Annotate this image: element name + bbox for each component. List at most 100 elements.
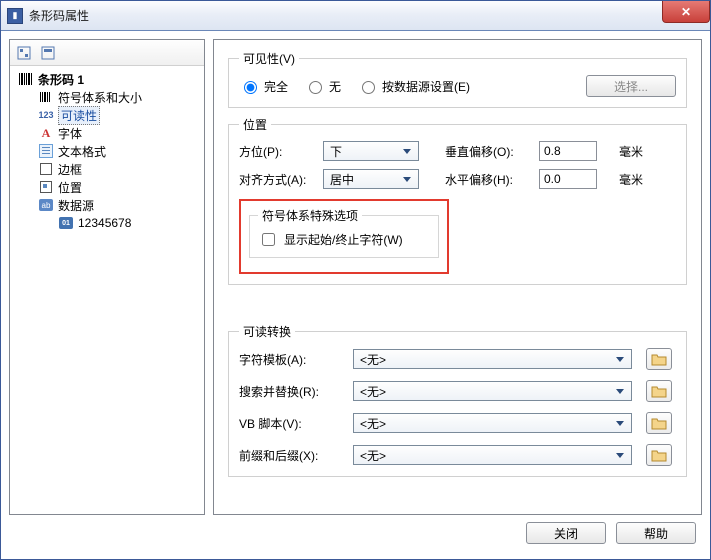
transform-group: 可读转换 字符模板(A): <无> 搜索并替换(R): — [228, 323, 687, 477]
tree-item-position[interactable]: 位置 — [12, 178, 202, 196]
radio-none[interactable]: 无 — [304, 78, 341, 95]
toolbar-btn-2[interactable] — [38, 43, 58, 63]
affix-label: 前缀和后缀(X): — [239, 447, 339, 464]
folder-icon — [651, 384, 667, 398]
vb-label: VB 脚本(V): — [239, 415, 339, 432]
titlebar: ▮ 条形码属性 ✕ — [1, 1, 710, 31]
radio-none-input[interactable] — [309, 81, 322, 94]
vb-select[interactable]: <无> — [353, 413, 632, 433]
folder-icon — [651, 448, 667, 462]
hoffset-input[interactable] — [539, 169, 597, 189]
search-browse-button[interactable] — [646, 380, 672, 402]
font-icon: A — [38, 125, 54, 141]
textformat-icon — [38, 143, 54, 159]
app-icon: ▮ — [7, 8, 23, 24]
folder-icon — [651, 416, 667, 430]
toolbar-btn-1[interactable] — [14, 43, 34, 63]
tree-item-label: 边框 — [58, 161, 82, 178]
chevron-down-icon — [613, 446, 627, 464]
close-window-button[interactable]: ✕ — [662, 1, 710, 23]
template-select[interactable]: <无> — [353, 349, 632, 369]
select-button[interactable]: 选择... — [586, 75, 676, 97]
dialog-buttons: 关闭 帮助 — [9, 515, 702, 551]
template-browse-button[interactable] — [646, 348, 672, 370]
tree-item-label: 字体 — [58, 125, 82, 142]
barcode-icon — [18, 71, 34, 87]
search-select[interactable]: <无> — [353, 381, 632, 401]
voffset-unit: 毫米 — [619, 143, 659, 160]
affix-browse-button[interactable] — [646, 444, 672, 466]
tree-item-border[interactable]: 边框 — [12, 160, 202, 178]
radio-datasource-label: 按数据源设置(E) — [382, 78, 470, 95]
chevron-down-icon — [613, 350, 627, 368]
folder-icon — [651, 352, 667, 366]
datasource-icon: ab — [38, 197, 54, 213]
align-select[interactable]: 居中 — [323, 169, 419, 189]
tree-item-label: 文本格式 — [58, 143, 106, 160]
visibility-group: 可见性(V) 完全 无 按数据源设置(E) 选择... — [228, 50, 687, 108]
tree-item-label: 可读性 — [58, 106, 100, 125]
template-value: <无> — [360, 351, 386, 368]
voffset-label: 垂直偏移(O): — [445, 143, 527, 160]
dialog-window: ▮ 条形码属性 ✕ — [0, 0, 711, 560]
tree-item-datasource[interactable]: ab 数据源 — [12, 196, 202, 214]
hoffset-unit: 毫米 — [619, 171, 659, 188]
show-startstop-checkbox[interactable]: 显示起始/终止字符(W) — [258, 230, 403, 249]
symbol-special-highlight: 符号体系特殊选项 显示起始/终止字符(W) — [239, 199, 449, 274]
search-label: 搜索并替换(R): — [239, 383, 339, 400]
hoffset-label: 水平偏移(H): — [445, 171, 527, 188]
voffset-input[interactable] — [539, 141, 597, 161]
align-value: 居中 — [330, 171, 354, 188]
nav-tree: 条形码 1 符号体系和大小 123 可读性 A 字体 — [10, 66, 204, 514]
tree-item-textformat[interactable]: 文本格式 — [12, 142, 202, 160]
align-label: 对齐方式(A): — [239, 171, 311, 188]
vb-browse-button[interactable] — [646, 412, 672, 434]
properties-pane: 可见性(V) 完全 无 按数据源设置(E) 选择... 位置 方位(P): — [213, 39, 702, 515]
close-button[interactable]: 关闭 — [526, 522, 606, 544]
layout-icon — [17, 46, 31, 60]
radio-full-input[interactable] — [244, 81, 257, 94]
show-startstop-input[interactable] — [262, 233, 275, 246]
tree-item-readability[interactable]: 123 可读性 — [12, 106, 202, 124]
visibility-legend: 可见性(V) — [239, 50, 299, 67]
show-startstop-label: 显示起始/终止字符(W) — [284, 231, 403, 248]
transform-legend: 可读转换 — [239, 323, 295, 340]
tree-item-data-value[interactable]: 01 12345678 — [12, 214, 202, 232]
tree-item-label: 符号体系和大小 — [58, 89, 142, 106]
template-label: 字符模板(A): — [239, 351, 339, 368]
layout2-icon — [41, 46, 55, 60]
orientation-value: 下 — [330, 143, 342, 160]
orientation-select[interactable]: 下 — [323, 141, 419, 161]
tree-root[interactable]: 条形码 1 — [12, 70, 202, 88]
radio-none-label: 无 — [329, 78, 341, 95]
tree-toolbar — [10, 40, 204, 66]
search-value: <无> — [360, 383, 386, 400]
tree-item-font[interactable]: A 字体 — [12, 124, 202, 142]
data-value-icon: 01 — [58, 215, 74, 231]
radio-datasource-input[interactable] — [362, 81, 375, 94]
affix-value: <无> — [360, 447, 386, 464]
radio-full-label: 完全 — [264, 78, 288, 95]
radio-full[interactable]: 完全 — [239, 78, 288, 95]
position-legend: 位置 — [239, 116, 271, 133]
affix-select[interactable]: <无> — [353, 445, 632, 465]
visibility-radios: 完全 无 按数据源设置(E) — [239, 78, 470, 95]
client-area: 条形码 1 符号体系和大小 123 可读性 A 字体 — [1, 31, 710, 559]
main-split: 条形码 1 符号体系和大小 123 可读性 A 字体 — [9, 39, 702, 515]
orientation-label: 方位(P): — [239, 143, 311, 160]
radio-datasource[interactable]: 按数据源设置(E) — [357, 78, 470, 95]
tree-item-label: 位置 — [58, 179, 82, 196]
symbol-special-group: 符号体系特殊选项 显示起始/终止字符(W) — [249, 207, 439, 258]
position-icon — [38, 179, 54, 195]
tree-item-symbology[interactable]: 符号体系和大小 — [12, 88, 202, 106]
help-button[interactable]: 帮助 — [616, 522, 696, 544]
chevron-down-icon — [400, 142, 414, 160]
chevron-down-icon — [400, 170, 414, 188]
symbol-special-legend: 符号体系特殊选项 — [258, 207, 362, 224]
position-group: 位置 方位(P): 下 垂直偏移(O): 毫米 对齐方式(A): 居中 — [228, 116, 687, 285]
border-icon — [38, 161, 54, 177]
barcode-small-icon — [38, 89, 54, 105]
nav-tree-pane: 条形码 1 符号体系和大小 123 可读性 A 字体 — [9, 39, 205, 515]
vb-value: <无> — [360, 415, 386, 432]
window-title: 条形码属性 — [29, 7, 89, 24]
